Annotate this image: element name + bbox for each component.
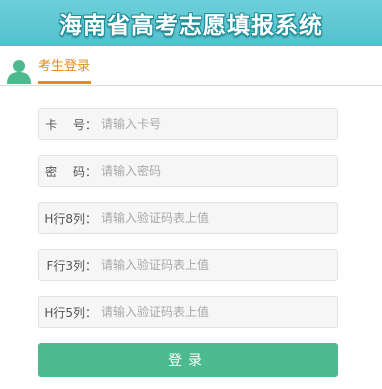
captcha-h8-field[interactable]: H行8列： bbox=[38, 202, 338, 234]
captcha-f3-label: F行3列： bbox=[46, 258, 97, 273]
captcha-f3-field[interactable]: F行3列： bbox=[38, 249, 338, 281]
captcha-h5-field[interactable]: H行5列： bbox=[38, 296, 338, 328]
tab-student-login[interactable]: 考生登录 bbox=[38, 58, 92, 84]
login-button[interactable]: 登录 bbox=[38, 343, 338, 377]
captcha-h5-input[interactable] bbox=[99, 298, 337, 326]
captcha-f3-input[interactable] bbox=[99, 251, 337, 279]
captcha-h8-input[interactable] bbox=[99, 204, 337, 232]
password-label: 密 码： bbox=[45, 164, 97, 179]
page-title: 海南省高考志愿填报系统 bbox=[59, 13, 323, 39]
user-icon bbox=[7, 60, 31, 84]
password-input[interactable] bbox=[99, 157, 337, 185]
header-banner: 海南省高考志愿填报系统 bbox=[0, 0, 382, 46]
captcha-h8-label: H行8列： bbox=[44, 211, 97, 226]
password-field[interactable]: 密 码： bbox=[38, 155, 338, 187]
card-number-field[interactable]: 卡 号： bbox=[38, 108, 338, 140]
card-number-label: 卡 号： bbox=[45, 117, 97, 132]
card-number-input[interactable] bbox=[99, 110, 337, 138]
captcha-h5-label: H行5列： bbox=[44, 305, 97, 320]
tab-bar: 考生登录 bbox=[0, 46, 382, 86]
